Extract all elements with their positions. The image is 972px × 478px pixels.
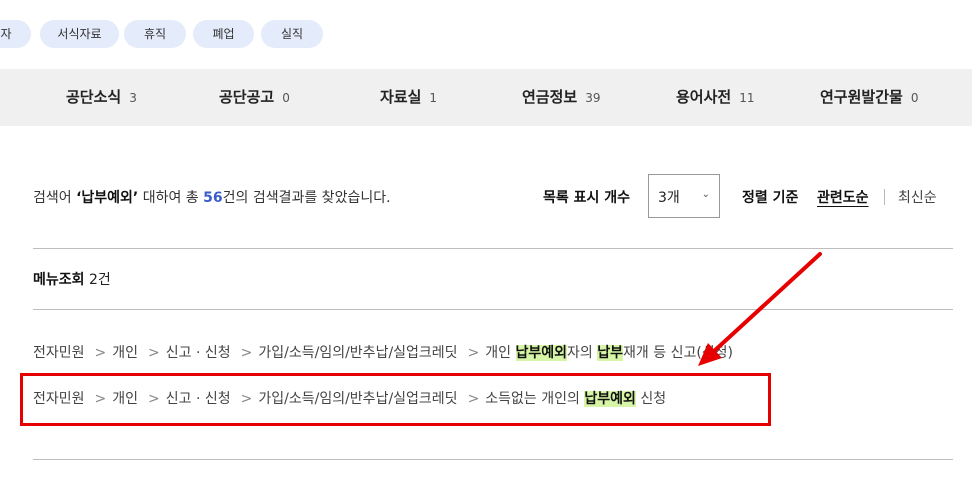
tab-count: 11	[739, 91, 755, 105]
filter-chip[interactable]: 서식자료	[40, 20, 119, 48]
tab-category[interactable]: 연금정보 39	[522, 69, 600, 126]
category-tab-bar: 공단소식 3 공단공고 0 자료실 1 연금정보 39 용어사전 11 연구원발간물 0	[0, 69, 972, 126]
breadcrumb-separator: >	[240, 345, 253, 361]
breadcrumb-separator: >	[94, 345, 107, 361]
tab-label: 연구원발간물	[820, 88, 903, 106]
summary-prefix: 검색어	[33, 190, 77, 206]
filter-chip[interactable]: 실직	[261, 20, 323, 48]
menu-section-title: 메뉴조회	[33, 272, 85, 288]
breadcrumb-item: 전자민원	[33, 345, 85, 361]
tab-category[interactable]: 공단공고 0	[219, 69, 290, 126]
filter-chip-bar: 입자 서식자료 휴직 폐업 실직	[0, 20, 972, 48]
tab-count: 1	[429, 91, 438, 105]
tab-category[interactable]: 공단소식 3	[66, 69, 137, 126]
divider	[33, 248, 953, 249]
breadcrumb-item: 신고 · 신청	[165, 345, 231, 361]
annotation-highlight-box	[20, 373, 771, 426]
tab-count: 39	[585, 91, 601, 105]
search-result-summary: 검색어 ‘납부예외’ 대하여 총 56건의 검색결과를 찾았습니다.	[33, 187, 391, 207]
tab-category[interactable]: 용어사전 11	[676, 69, 754, 126]
result-title-text: 개인	[485, 345, 516, 361]
chevron-down-icon: ⌄	[701, 189, 710, 200]
tab-label: 공단소식	[66, 88, 122, 106]
filter-chip[interactable]: 휴직	[124, 20, 186, 48]
tab-count: 3	[129, 91, 137, 105]
menu-section-header: 메뉴조회 2건	[33, 269, 111, 289]
summary-middle: 대하여 총	[138, 190, 204, 206]
result-title-text: 재개 등 신고(신청)	[623, 345, 734, 361]
sort-divider	[884, 189, 885, 205]
tab-label: 연금정보	[522, 88, 578, 106]
breadcrumb-separator: >	[148, 345, 160, 361]
tab-label: 자료실	[380, 88, 422, 106]
result-count: 56	[203, 190, 223, 206]
sort-relevance-link[interactable]: 관련도순	[817, 187, 869, 207]
menu-result-link[interactable]: 전자민원 > 개인 > 신고 · 신청 > 가입/소득/임의/반추납/실업크레딧 > 개인 납부…	[33, 342, 733, 362]
tab-label: 공단공고	[219, 88, 275, 106]
keyword-highlight: 납부예외	[515, 345, 568, 361]
result-title-text: 자의	[567, 345, 598, 361]
menu-section-count: 2건	[88, 272, 111, 288]
sort-latest-link[interactable]: 최신순	[898, 187, 937, 207]
tab-count: 0	[282, 91, 290, 105]
tab-category[interactable]: 자료실 1	[380, 69, 437, 126]
filter-chip[interactable]: 폐업	[193, 20, 254, 48]
list-count-value: 3개	[658, 190, 680, 206]
filter-chip[interactable]: 입자	[0, 20, 31, 48]
tab-category[interactable]: 연구원발간물 0	[820, 69, 918, 126]
breadcrumb-separator: >	[467, 345, 480, 361]
search-query: ‘납부예외’	[76, 190, 139, 206]
breadcrumb-item: 개인	[112, 345, 139, 361]
list-count-label: 목록 표시 개수	[543, 190, 631, 206]
tab-count: 0	[910, 91, 919, 105]
divider	[33, 459, 953, 460]
summary-suffix: 건의 검색결과를 찾았습니다.	[222, 190, 391, 206]
sort-label: 정렬 기준	[742, 190, 799, 206]
divider	[33, 309, 953, 310]
breadcrumb-item: 가입/소득/임의/반추납/실업크레딧	[258, 345, 458, 361]
tab-label: 용어사전	[676, 88, 732, 106]
keyword-highlight: 납부	[597, 345, 624, 361]
list-count-select[interactable]: 3개 ⌄	[648, 174, 720, 218]
